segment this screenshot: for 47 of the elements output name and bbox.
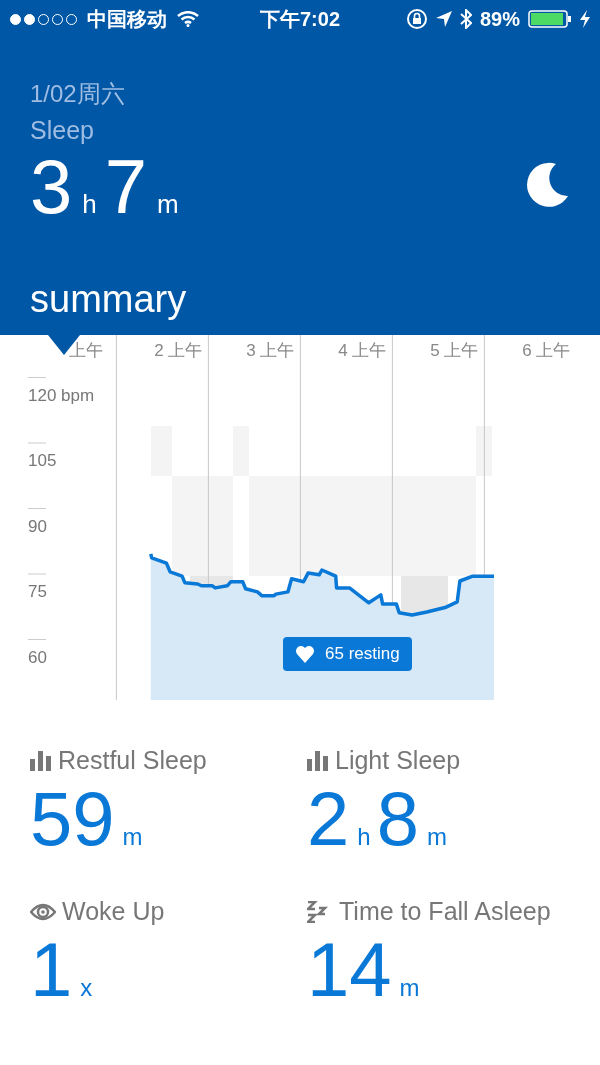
sleep-title: Sleep [30,116,95,145]
stat-unit: x [80,974,93,1002]
sleep-date: 1/02周六 [30,79,126,109]
stat-value: 2 [307,781,350,857]
carrier-name: 中国移动 [87,6,167,32]
stat-label: Time to Fall Asleep [339,897,551,926]
duration-unit: h [82,189,97,220]
wifi-icon [177,11,199,27]
rotation-lock-icon [405,8,428,30]
hour-label: 5 上午 [430,341,479,360]
bpm-label: 120 bpm [28,385,95,405]
hour-label: 4 上午 [338,341,387,360]
charging-bolt-icon [580,10,590,28]
stat-unit: h [357,823,371,851]
location-arrow-icon [435,11,452,27]
bpm-label: 105 [28,451,57,470]
resting-heart-rate-badge: 65 resting [283,637,412,671]
bpm-label: 60 [28,647,47,667]
hour-label: 3 上午 [246,341,295,360]
hour-label: 6 上午 [522,341,571,360]
hour-label: 2 上午 [154,341,203,360]
stat-value: 14 [307,932,392,1008]
stat-value: 59 [30,781,115,857]
moon-icon [526,162,570,208]
stat-value: 8 [376,781,419,857]
duration-value: 7 [104,149,148,225]
eye-icon [30,901,56,922]
stat-value: 1 [30,932,73,1008]
stat-label: Restful Sleep [58,746,207,775]
bpm-label: 75 [28,582,47,601]
bar-chart-icon [307,750,329,771]
bar-chart-icon [30,750,52,771]
duration-unit: m [157,189,179,220]
stat-unit: m [426,823,447,851]
battery-percent: 89% [479,7,520,31]
bpm-label: 90 [28,516,47,536]
duration-value: 3 [30,149,73,225]
heart-icon [295,645,315,663]
stat-unit: m [122,823,143,851]
battery-icon [528,10,572,28]
clock-time: 下午7:02 [260,6,340,32]
hour-label: 上午 [69,341,104,360]
section-title: summary [30,278,188,321]
bluetooth-icon [459,9,472,29]
stat-unit: m [399,974,420,1002]
stat-label: Light Sleep [335,746,461,775]
stat-label: Woke Up [62,897,165,926]
